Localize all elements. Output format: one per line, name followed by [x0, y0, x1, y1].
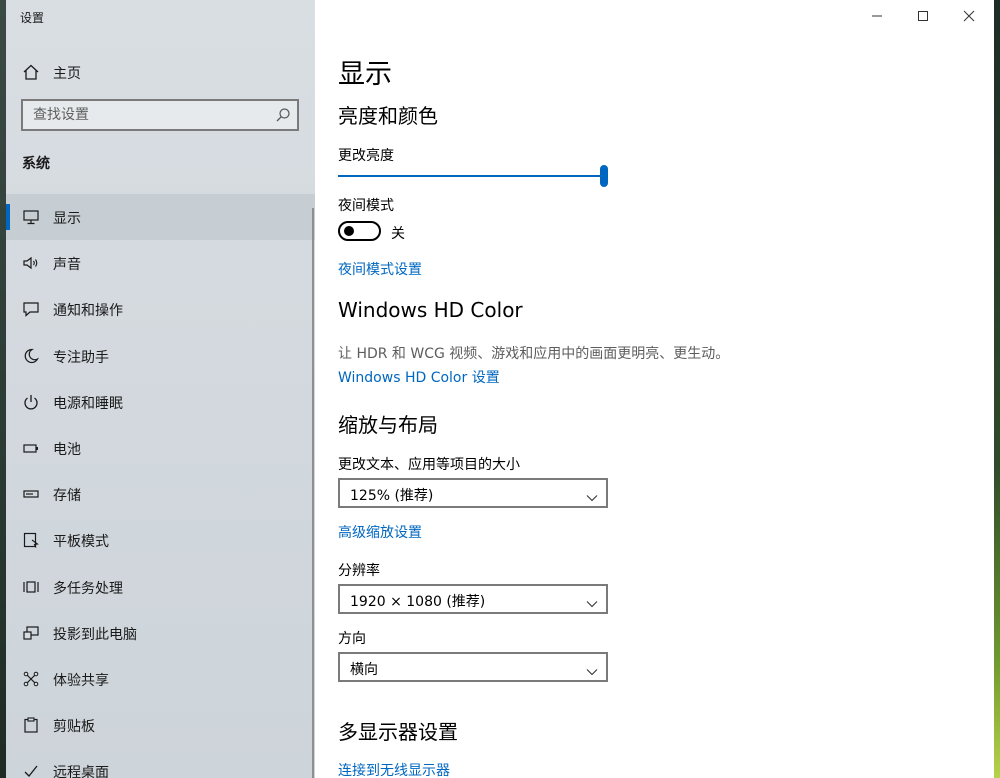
- sidebar-item-remote-desktop[interactable]: 远程桌面: [6, 748, 315, 778]
- orientation-value: 横向: [350, 662, 378, 678]
- caption-buttons: [854, 0, 994, 32]
- hdr-heading: Windows HD Color: [338, 298, 523, 322]
- message-icon: [22, 300, 40, 318]
- sidebar-item-tablet-mode[interactable]: 平板模式: [6, 517, 315, 563]
- toggle-knob: [344, 226, 354, 236]
- scale-layout-heading: 缩放与布局: [338, 413, 438, 437]
- brightness-label: 更改亮度: [338, 148, 394, 164]
- moon-icon: [22, 347, 40, 365]
- night-light-toggle[interactable]: [338, 221, 381, 241]
- battery-icon: [22, 439, 40, 457]
- resolution-label: 分辨率: [338, 563, 380, 579]
- minimize-icon: [872, 15, 882, 17]
- resolution-value: 1920 × 1080 (推荐): [350, 594, 486, 610]
- section-title: 系统: [22, 156, 50, 172]
- orientation-label: 方向: [338, 631, 366, 647]
- sidebar-item-sound[interactable]: 声音: [6, 240, 315, 286]
- sidebar-item-display[interactable]: 显示: [6, 194, 315, 241]
- sidebar-item-notifications[interactable]: 通知和操作: [6, 286, 315, 332]
- sidebar-item-battery[interactable]: 电池: [6, 425, 315, 471]
- sidebar-item-label: 剪贴板: [53, 719, 95, 736]
- orientation-dropdown[interactable]: 横向: [338, 652, 608, 682]
- main-content: 显示 亮度和颜色 更改亮度 夜间模式 关 夜间模式设置 Windows HD C…: [315, 0, 994, 778]
- sidebar-item-clipboard[interactable]: 剪贴板: [6, 702, 315, 748]
- night-light-settings-link[interactable]: 夜间模式设置: [338, 259, 422, 279]
- night-light-label: 夜间模式: [338, 198, 394, 214]
- chevron-down-icon: [586, 662, 598, 676]
- speaker-icon: [22, 254, 40, 272]
- slider-thumb[interactable]: [600, 165, 608, 187]
- scale-label: 更改文本、应用等项目的大小: [338, 457, 520, 473]
- sidebar-item-multitasking[interactable]: 多任务处理: [6, 564, 315, 610]
- minimize-button[interactable]: [854, 0, 900, 32]
- tablet-icon: [22, 531, 40, 549]
- page-title: 显示: [338, 59, 392, 90]
- project-icon: [22, 624, 40, 642]
- home-label: 主页: [53, 66, 81, 82]
- resolution-dropdown[interactable]: 1920 × 1080 (推荐): [338, 584, 608, 614]
- sidebar-item-label: 电池: [53, 441, 81, 458]
- search-box[interactable]: [21, 99, 299, 131]
- scale-dropdown[interactable]: 125% (推荐): [338, 478, 608, 508]
- scale-value: 125% (推荐): [350, 488, 434, 504]
- hdr-settings-link[interactable]: Windows HD Color 设置: [338, 367, 500, 387]
- remote-icon: [22, 762, 40, 778]
- maximize-icon: [918, 11, 928, 21]
- sidebar-item-label: 专注助手: [53, 349, 109, 366]
- sidebar-item-storage[interactable]: 存储: [6, 471, 315, 517]
- chevron-down-icon: [586, 594, 598, 608]
- sidebar-item-label: 平板模式: [53, 534, 109, 551]
- sidebar-item-label: 远程桌面: [53, 765, 109, 778]
- home-nav-item[interactable]: 主页: [6, 54, 315, 90]
- home-icon: [22, 63, 40, 81]
- search-input[interactable]: [23, 101, 297, 129]
- clipboard-icon: [22, 716, 40, 734]
- advanced-scaling-link[interactable]: 高级缩放设置: [338, 522, 422, 542]
- night-light-state: 关: [391, 226, 405, 242]
- chevron-down-icon: [586, 488, 598, 502]
- brightness-heading: 亮度和颜色: [338, 104, 438, 128]
- settings-window: 设置 主页 系统 显示 声: [6, 0, 994, 778]
- sidebar-item-label: 电源和睡眠: [53, 395, 123, 412]
- power-icon: [22, 393, 40, 411]
- close-button[interactable]: [946, 0, 992, 32]
- sidebar-item-label: 显示: [53, 211, 81, 227]
- sidebar-item-label: 存储: [53, 488, 81, 505]
- close-icon: [963, 10, 975, 22]
- monitor-icon: [22, 208, 40, 226]
- sidebar-item-label: 投影到此电脑: [53, 626, 137, 643]
- sidebar-item-project-to-pc[interactable]: 投影到此电脑: [6, 610, 315, 656]
- connect-wireless-display-link[interactable]: 连接到无线显示器: [338, 760, 450, 778]
- sidebar-item-power-sleep[interactable]: 电源和睡眠: [6, 379, 315, 425]
- sidebar-item-label: 声音: [53, 257, 81, 274]
- sidebar-item-shared-experiences[interactable]: 体验共享: [6, 656, 315, 702]
- slider-track: [338, 175, 600, 177]
- sidebar-item-focus-assist[interactable]: 专注助手: [6, 333, 315, 379]
- multitask-icon: [22, 578, 40, 596]
- multi-display-heading: 多显示器设置: [338, 720, 458, 744]
- sidebar-nav: 显示 声音 通知和操作 专注助手 电源和睡眠 电池 存储 平板模式 多任务处理 …: [6, 194, 315, 778]
- sidebar-item-label: 体验共享: [53, 672, 109, 689]
- brightness-slider[interactable]: [338, 165, 608, 187]
- app-title: 设置: [20, 11, 45, 25]
- storage-icon: [22, 485, 40, 503]
- sidebar-item-label: 多任务处理: [53, 580, 123, 597]
- share-icon: [22, 670, 40, 688]
- sidebar-item-label: 通知和操作: [53, 303, 123, 320]
- maximize-button[interactable]: [900, 0, 946, 32]
- search-icon[interactable]: [275, 107, 291, 123]
- sidebar-scrollbar[interactable]: [312, 208, 314, 778]
- hdr-description: 让 HDR 和 WCG 视频、游戏和应用中的画面更明亮、更生动。: [338, 346, 730, 362]
- sidebar: 设置 主页 系统 显示 声: [6, 0, 315, 778]
